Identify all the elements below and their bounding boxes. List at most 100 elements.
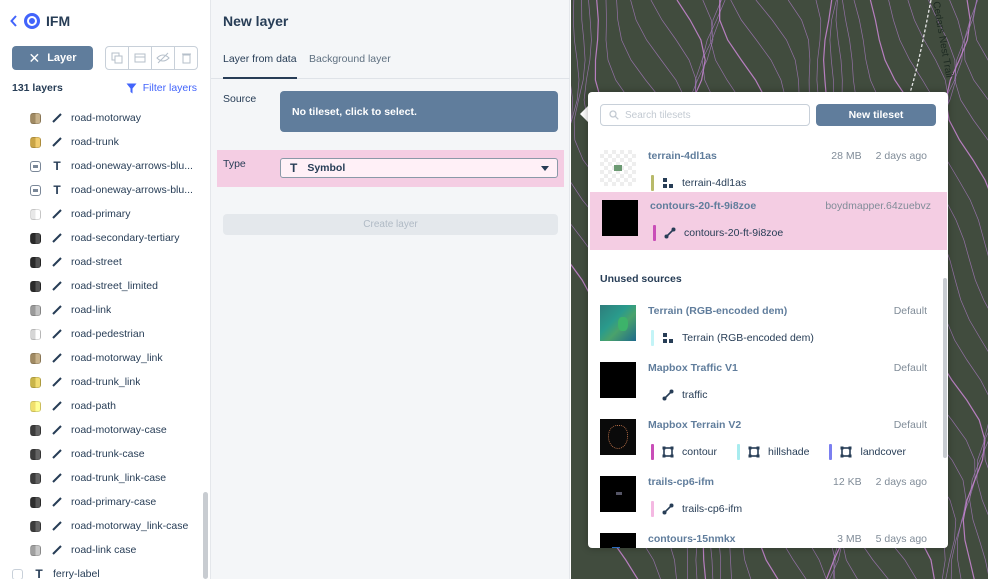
tileset-item[interactable]: Mapbox Traffic V1 Default traffic (588, 354, 943, 411)
layer-name: road-primary-case (71, 496, 157, 508)
tileset-item[interactable]: Terrain (RGB-encoded dem) Default Terrain … (588, 297, 943, 354)
type-select[interactable]: T Symbol (280, 158, 558, 178)
source-layer-name: landcover (860, 446, 907, 458)
layer-row[interactable]: road-pedestrian (0, 322, 210, 346)
source-layer-name: hillshade (768, 446, 810, 458)
tab-layer-from-data[interactable]: Layer from data (223, 53, 297, 79)
source-select-button[interactable]: No tileset, click to select. (280, 91, 558, 132)
type-value: Symbol (307, 162, 346, 174)
source-layer[interactable]: Terrain (RGB-encoded dem) (651, 330, 814, 346)
layer-name: road-street_limited (71, 280, 158, 292)
group-icon[interactable] (129, 47, 152, 69)
popover-scrollbar[interactable] (943, 278, 947, 458)
tileset-date: Default (893, 362, 927, 374)
layer-row[interactable]: road-link case (0, 538, 210, 562)
layer-row[interactable]: road-path (0, 394, 210, 418)
add-layer-label: Layer (47, 52, 77, 64)
add-layer-button[interactable]: ✕ Layer (12, 46, 93, 70)
tab-background-layer[interactable]: Background layer (309, 53, 391, 79)
search-input[interactable]: Search tilesets (600, 104, 810, 126)
layer-name: road-link case (71, 544, 137, 556)
tileset-item[interactable]: contours-15nmkx 3 MB 5 days ago (588, 525, 943, 548)
tileset-meta: boydmapper.64zuebvz (825, 200, 931, 212)
line-type-icon (51, 328, 63, 340)
new-tileset-button[interactable]: New tileset (816, 104, 936, 126)
layer-name: ferry-label (53, 568, 100, 579)
search-placeholder: Search tilesets (625, 109, 691, 121)
source-layer[interactable]: landcover (829, 444, 906, 460)
trash-icon[interactable] (175, 47, 197, 69)
line-type-icon (51, 544, 63, 556)
tileset-meta: Default (894, 362, 927, 374)
line-type-icon (51, 376, 63, 388)
duplicate-icon[interactable] (106, 47, 129, 69)
close-icon: ✕ (28, 49, 41, 66)
source-layer-color (829, 444, 833, 460)
source-layer[interactable]: trails-cp6-ifm (651, 501, 742, 517)
back-chevron-icon[interactable] (10, 15, 22, 27)
tileset-thumbnail (600, 533, 636, 548)
layer-row[interactable]: road-motorway_link (0, 346, 210, 370)
tileset-date: 5 days ago (875, 533, 927, 545)
popover-arrow (580, 106, 588, 122)
layer-name: road-trunk (71, 136, 119, 148)
raster-geometry-icon (662, 332, 674, 344)
layer-row[interactable]: road-secondary-tertiary (0, 226, 210, 250)
source-layer-color (651, 387, 654, 403)
layer-name: road-motorway (71, 112, 142, 124)
layer-row[interactable]: road-motorway_link-case (0, 514, 210, 538)
line-geometry-icon (662, 503, 674, 515)
tileset-name: contours-15nmkx (648, 533, 736, 545)
source-layer[interactable]: terrain-4dl1as (651, 175, 746, 191)
layer-row[interactable]: road-motorway-case (0, 418, 210, 442)
source-layer-name: trails-cp6-ifm (682, 503, 743, 515)
source-layer[interactable]: contours-20-ft-9i8zoe (653, 225, 783, 241)
layer-row[interactable]: Troad-oneway-arrows-blu... (0, 154, 210, 178)
layer-row[interactable]: road-trunk_link (0, 370, 210, 394)
source-layer-name: contours-20-ft-9i8zoe (684, 227, 784, 239)
tileset-date: 2 days ago (875, 150, 927, 162)
layer-name: road-motorway_link-case (71, 520, 189, 532)
tileset-item[interactable]: Mapbox Terrain V2 Default contour hillshade… (588, 411, 943, 468)
tileset-size: 3 MB (837, 533, 862, 545)
layer-swatch (30, 256, 41, 268)
source-layer[interactable]: hillshade (737, 444, 809, 460)
layer-row[interactable]: Troad-oneway-arrows-blu... (0, 178, 210, 202)
create-layer-button[interactable]: Create layer (223, 214, 558, 235)
line-type-icon (51, 280, 63, 292)
layer-row[interactable]: road-primary (0, 202, 210, 226)
tileset-item[interactable]: terrain-4dl1as 28 MB 2 days ago terrain-4dl… (588, 142, 943, 199)
layer-name: road-trunk_link (71, 376, 141, 388)
tileset-item[interactable]: trails-cp6-ifm 12 KB 2 days ago trails-cp6-… (588, 468, 943, 525)
tileset-date: Default (893, 419, 927, 431)
tileset-name: Mapbox Traffic V1 (648, 362, 738, 374)
layer-name: road-primary (71, 208, 131, 220)
layer-swatch (30, 184, 41, 196)
hide-eye-icon[interactable] (152, 47, 175, 69)
layer-row[interactable]: road-street (0, 250, 210, 274)
layer-row[interactable]: road-trunk-case (0, 442, 210, 466)
tileset-meta: 3 MB 5 days ago (837, 533, 927, 545)
layer-row[interactable]: road-street_limited (0, 274, 210, 298)
symbol-type-icon: T (35, 567, 43, 579)
filter-layers-link[interactable]: Filter layers (126, 82, 197, 94)
tileset-popover: Search tilesets New tileset terrain-4dl1… (588, 92, 948, 548)
source-layer-color (737, 444, 741, 460)
line-geometry-icon (664, 227, 676, 239)
source-layer[interactable]: contour (651, 444, 717, 460)
sidebar-scrollbar[interactable] (203, 492, 208, 579)
layer-row[interactable]: Tferry-label (0, 562, 210, 579)
source-layers: Terrain (RGB-encoded dem) (651, 330, 834, 346)
tileset-item[interactable]: contours-20-ft-9i8zoe boydmapper.64zuebvz… (590, 192, 947, 250)
source-layer[interactable]: traffic (651, 387, 707, 403)
type-label: Type (223, 158, 246, 170)
tileset-meta: 28 MB 2 days ago (831, 150, 927, 162)
layer-row[interactable]: road-link (0, 298, 210, 322)
layer-row[interactable]: road-motorway (0, 106, 210, 130)
layer-row[interactable]: road-primary-case (0, 490, 210, 514)
tileset-thumbnail (600, 362, 636, 398)
layer-row[interactable]: road-trunk (0, 130, 210, 154)
chevron-down-icon (541, 166, 549, 171)
layer-row[interactable]: road-trunk_link-case (0, 466, 210, 490)
layers-sidebar: IFM ✕ Layer 131 layers Filter layers roa… (0, 0, 211, 579)
